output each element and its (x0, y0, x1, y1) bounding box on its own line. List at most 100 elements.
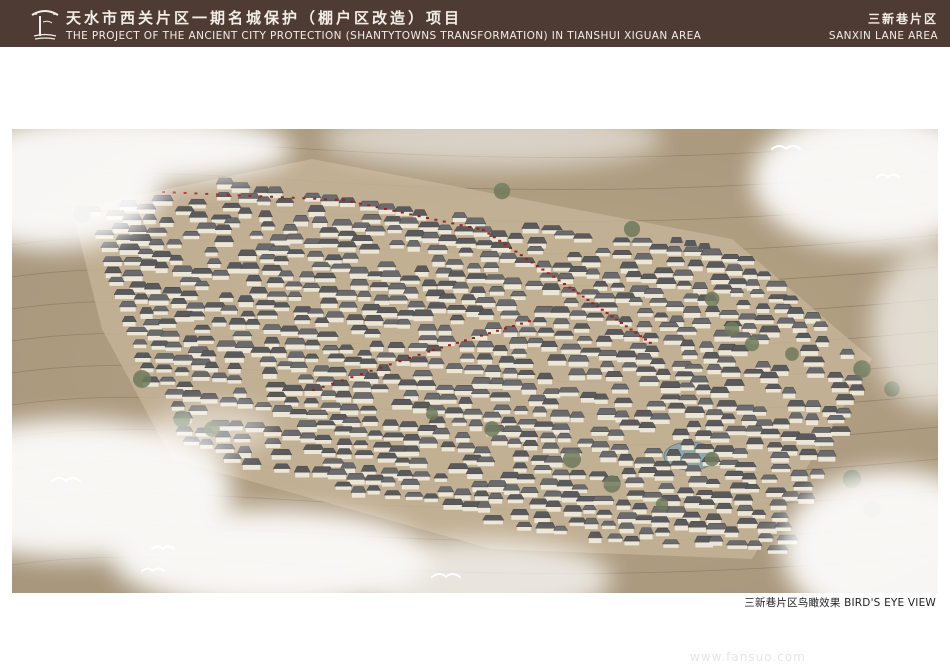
courtyard-house (395, 354, 412, 366)
courtyard-house (726, 540, 749, 549)
courtyard-house (206, 258, 222, 269)
courtyard-house (318, 286, 340, 298)
courtyard-house (453, 488, 472, 501)
courtyard-house (792, 481, 814, 491)
courtyard-house (660, 394, 683, 403)
courtyard-house (273, 302, 291, 312)
project-title-english: THE PROJECT OF THE ANCIENT CITY PROTECTI… (66, 30, 702, 42)
courtyard-house (556, 432, 572, 443)
courtyard-house (164, 342, 183, 352)
courtyard-house (492, 345, 509, 356)
courtyard-house (745, 279, 761, 291)
courtyard-house (428, 358, 445, 369)
courtyard-house (334, 481, 353, 490)
courtyard-house (213, 235, 235, 247)
courtyard-house (228, 317, 248, 330)
courtyard-house (204, 247, 219, 257)
courtyard-house (546, 354, 568, 366)
courtyard-house (232, 331, 253, 340)
courtyard-house (680, 438, 696, 451)
courtyard-house (550, 306, 571, 318)
courtyard-house (447, 463, 470, 474)
courtyard-house (681, 350, 699, 360)
courtyard-house (476, 353, 494, 365)
courtyard-house (293, 465, 311, 478)
courtyard-house (396, 318, 412, 329)
courtyard-house (682, 293, 701, 303)
courtyard-house (539, 478, 560, 490)
courtyard-house (275, 198, 295, 207)
courtyard-house (241, 458, 262, 470)
courtyard-house (449, 314, 466, 325)
courtyard-house (826, 372, 844, 383)
courtyard-house (706, 363, 723, 375)
courtyard-house (532, 406, 548, 417)
courtyard-house (799, 344, 820, 356)
courtyard-house (756, 521, 779, 534)
courtyard-house (406, 240, 422, 252)
courtyard-house (155, 364, 173, 373)
courtyard-house (653, 312, 669, 322)
courtyard-house (285, 233, 304, 244)
courtyard-house (465, 467, 484, 480)
courtyard-house (182, 231, 201, 240)
courtyard-house (307, 205, 326, 218)
courtyard-house (289, 409, 309, 419)
courtyard-house (698, 499, 716, 509)
courtyard-house (218, 292, 235, 302)
courtyard-house (351, 381, 373, 392)
courtyard-house (755, 303, 771, 314)
courtyard-house (678, 394, 698, 405)
courtyard-house (539, 272, 561, 281)
courtyard-house (736, 256, 756, 265)
courtyard-house (653, 267, 674, 278)
courtyard-house (553, 330, 575, 340)
courtyard-house (335, 448, 353, 460)
courtyard-house (524, 280, 544, 290)
courtyard-house (152, 306, 170, 315)
courtyard-house (398, 217, 420, 229)
courtyard-house (336, 241, 358, 252)
courtyard-house (320, 448, 337, 457)
courtyard-house (537, 327, 555, 337)
courtyard-house (585, 368, 603, 380)
courtyard-house (445, 259, 465, 269)
courtyard-house (599, 360, 615, 372)
courtyard-house (303, 192, 322, 202)
area-name-chinese: 三新巷片区 (867, 12, 938, 26)
courtyard-house (666, 449, 682, 461)
courtyard-house (760, 428, 781, 439)
courtyard-house (313, 272, 337, 283)
courtyard-house (795, 332, 812, 342)
courtyard-house (648, 298, 669, 307)
courtyard-house (678, 382, 696, 391)
courtyard-house (361, 416, 379, 426)
courtyard-house (454, 432, 471, 443)
courtyard-house (829, 426, 852, 436)
courtyard-house (331, 379, 350, 391)
courtyard-house (158, 217, 175, 228)
courtyard-house (417, 324, 438, 336)
courtyard-house (734, 462, 757, 471)
courtyard-house (475, 341, 495, 353)
courtyard-house (487, 492, 504, 504)
courtyard-house (804, 400, 822, 413)
courtyard-house (709, 386, 730, 398)
courtyard-house (442, 498, 465, 510)
courtyard-house (640, 273, 658, 283)
courtyard-house (686, 420, 702, 432)
courtyard-house (414, 265, 430, 277)
courtyard-house (516, 474, 536, 484)
courtyard-house (326, 468, 348, 480)
courtyard-house (623, 535, 641, 546)
courtyard-house (297, 328, 319, 339)
courtyard-house (526, 246, 545, 255)
courtyard-house (376, 352, 397, 362)
courtyard-house (121, 316, 137, 327)
courtyard-house (409, 356, 429, 367)
courtyard-house (458, 341, 476, 352)
courtyard-house (160, 330, 181, 341)
courtyard-house (687, 259, 704, 272)
courtyard-house (320, 390, 338, 400)
courtyard-house (132, 339, 148, 349)
